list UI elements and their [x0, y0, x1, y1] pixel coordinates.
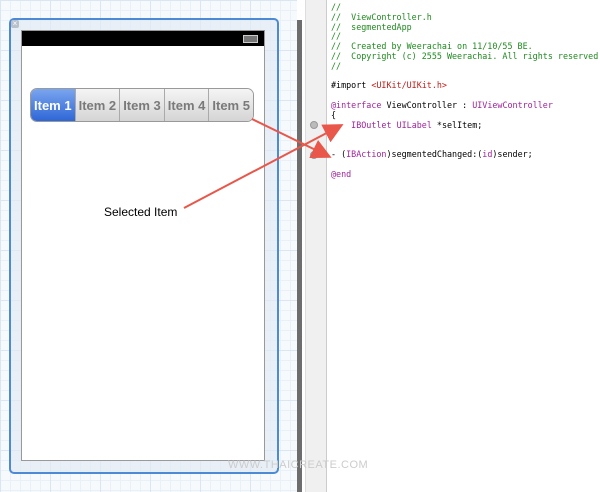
arrow-to-outlet [183, 124, 344, 209]
annotation-arrows [183, 118, 344, 209]
